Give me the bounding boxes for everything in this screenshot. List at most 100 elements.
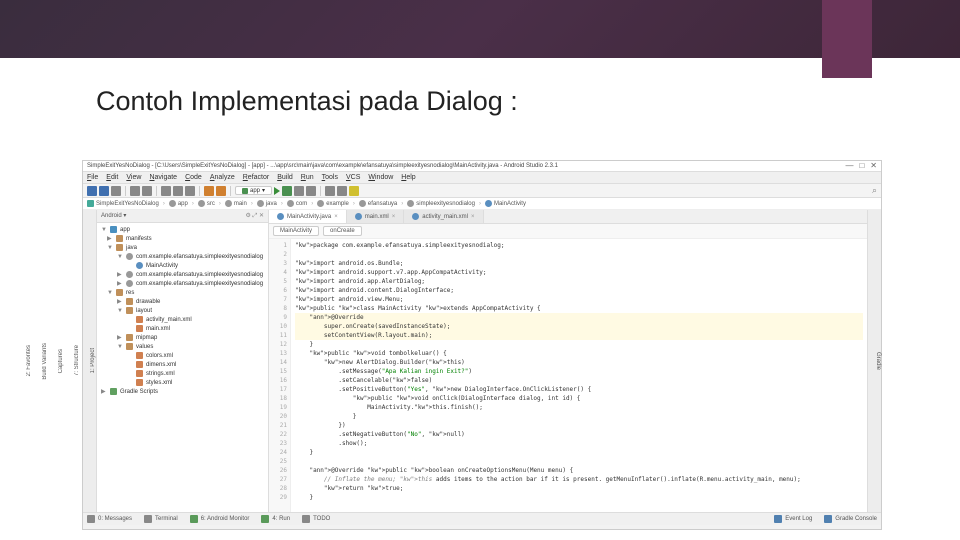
tree-item[interactable]: ▶mipmap bbox=[99, 333, 266, 342]
bottom-tool-icon bbox=[261, 515, 269, 523]
tree-item[interactable]: colors.xml bbox=[99, 351, 266, 360]
breadcrumb-item[interactable]: simpleexityesnodialog bbox=[407, 200, 475, 207]
capture-icon[interactable] bbox=[337, 186, 347, 196]
breadcrumb-label: java bbox=[266, 201, 277, 207]
run-config-dropdown[interactable]: app ▾ bbox=[235, 186, 272, 195]
breadcrumb-item[interactable]: com bbox=[287, 200, 307, 207]
menu-tools[interactable]: Tools bbox=[322, 174, 338, 181]
help-icon[interactable] bbox=[349, 186, 359, 196]
breadcrumb-item[interactable]: SimpleExitYesNoDialog bbox=[87, 200, 159, 207]
undo-icon[interactable] bbox=[130, 186, 140, 196]
menu-view[interactable]: View bbox=[126, 174, 141, 181]
bottom-tool-terminal[interactable]: Terminal bbox=[144, 515, 178, 523]
tree-item[interactable]: ▼layout bbox=[99, 306, 266, 315]
menu-analyze[interactable]: Analyze bbox=[210, 174, 235, 181]
tree-node-icon bbox=[126, 280, 133, 287]
tree-item[interactable]: ▶com.example.efansatuya.simpleexityesnod… bbox=[99, 279, 266, 288]
tab-close-icon[interactable]: × bbox=[471, 214, 475, 220]
toolbar-separator bbox=[320, 186, 321, 196]
tree-node-icon bbox=[116, 235, 123, 242]
bottom-tool-messages[interactable]: 0: Messages bbox=[87, 515, 132, 523]
breadcrumb-item[interactable]: java bbox=[257, 200, 277, 207]
tree-item[interactable]: ▶com.example.efansatuya.simpleexityesnod… bbox=[99, 270, 266, 279]
breadcrumb-item[interactable]: main bbox=[225, 200, 247, 207]
breadcrumb-item[interactable]: MainActivity bbox=[485, 200, 526, 207]
avd-icon[interactable] bbox=[204, 186, 214, 196]
minimize-button[interactable]: — bbox=[845, 161, 853, 170]
maximize-button[interactable]: □ bbox=[859, 161, 864, 170]
breadcrumb-item[interactable]: efansatuya bbox=[359, 200, 397, 207]
run-icon[interactable] bbox=[274, 187, 280, 195]
tree-item[interactable]: main.xml bbox=[99, 324, 266, 333]
editor-tab[interactable]: MainActivity.java× bbox=[269, 210, 347, 223]
tree-item[interactable]: MainActivity bbox=[99, 261, 266, 270]
menu-refactor[interactable]: Refactor bbox=[243, 174, 269, 181]
tree-item[interactable]: ▼app bbox=[99, 225, 266, 234]
tool-tab-buildvariants[interactable]: Build Variants bbox=[42, 343, 48, 380]
tree-item[interactable]: dimens.xml bbox=[99, 360, 266, 369]
editor-tab[interactable]: main.xml× bbox=[347, 210, 405, 223]
redo-icon[interactable] bbox=[142, 186, 152, 196]
layout-icon[interactable] bbox=[325, 186, 335, 196]
tree-item[interactable]: ▼com.example.efansatuya.simpleexityesnod… bbox=[99, 252, 266, 261]
tree-item[interactable]: activity_main.xml bbox=[99, 315, 266, 324]
menu-vcs[interactable]: VCS bbox=[346, 174, 360, 181]
tree-node-label: com.example.efansatuya.simpleexityesnodi… bbox=[136, 254, 263, 260]
code-editor[interactable]: "kw">package com.example.efansatuya.simp… bbox=[291, 239, 867, 512]
panel-gear-icon[interactable]: ⚙ ⤢ ✕ bbox=[245, 212, 264, 220]
menu-window[interactable]: Window bbox=[368, 174, 393, 181]
tree-item[interactable]: ▶manifests bbox=[99, 234, 266, 243]
bottom-tool-todo[interactable]: TODO bbox=[302, 515, 330, 523]
tree-node-label: strings.xml bbox=[146, 371, 175, 377]
tool-tab-gradle[interactable]: Gradle bbox=[875, 352, 881, 370]
editor-tab[interactable]: activity_main.xml× bbox=[404, 210, 483, 223]
tree-node-icon bbox=[110, 226, 117, 233]
close-button[interactable]: ✕ bbox=[870, 161, 877, 170]
tool-tab-captures[interactable]: Captures bbox=[58, 349, 64, 373]
tool-tab-favorites[interactable]: 2: Favorites bbox=[26, 345, 32, 376]
tool-tab-structure[interactable]: 7: Structure bbox=[74, 345, 80, 376]
tree-node-icon bbox=[136, 316, 143, 323]
window-controls: — □ ✕ bbox=[845, 161, 877, 170]
paste-icon[interactable] bbox=[185, 186, 195, 196]
bottom-tool-run[interactable]: 4: Run bbox=[261, 515, 290, 523]
copy-icon[interactable] bbox=[173, 186, 183, 196]
menu-build[interactable]: Build bbox=[277, 174, 293, 181]
breadcrumb-item[interactable]: src bbox=[198, 200, 215, 207]
menu-code[interactable]: Code bbox=[185, 174, 202, 181]
tree-item[interactable]: strings.xml bbox=[99, 369, 266, 378]
tree-item[interactable]: styles.xml bbox=[99, 378, 266, 387]
bottom-tool-eventlog[interactable]: Event Log bbox=[774, 515, 812, 523]
menu-navigate[interactable]: Navigate bbox=[149, 174, 177, 181]
bottom-tool-gradleconsole[interactable]: Gradle Console bbox=[824, 515, 877, 523]
tree-item[interactable]: ▼res bbox=[99, 288, 266, 297]
save-icon[interactable] bbox=[99, 186, 109, 196]
search-icon[interactable]: ⌕ bbox=[872, 185, 877, 196]
tree-item[interactable]: ▼values bbox=[99, 342, 266, 351]
tab-close-icon[interactable]: × bbox=[334, 214, 338, 220]
menu-help[interactable]: Help bbox=[401, 174, 415, 181]
open-icon[interactable] bbox=[87, 186, 97, 196]
stop-icon[interactable] bbox=[306, 186, 316, 196]
nav-tab[interactable]: onCreate bbox=[323, 226, 362, 236]
attach-icon[interactable] bbox=[294, 186, 304, 196]
menu-file[interactable]: File bbox=[87, 174, 98, 181]
project-view-selector[interactable]: Android ▾ bbox=[101, 212, 126, 220]
code-area: 1234567891011121314151617181920212223242… bbox=[269, 239, 867, 512]
menu-edit[interactable]: Edit bbox=[106, 174, 118, 181]
tree-item[interactable]: ▶Gradle Scripts bbox=[99, 387, 266, 396]
tree-item[interactable]: ▶drawable bbox=[99, 297, 266, 306]
tab-close-icon[interactable]: × bbox=[392, 214, 396, 220]
tree-item[interactable]: ▼java bbox=[99, 243, 266, 252]
bottom-tool-androidmonitor[interactable]: 6: Android Monitor bbox=[190, 515, 250, 523]
sdk-icon[interactable] bbox=[216, 186, 226, 196]
bottom-tool-label: TODO bbox=[313, 516, 330, 522]
tool-tab-project[interactable]: 1: Project bbox=[90, 348, 96, 373]
menu-run[interactable]: Run bbox=[301, 174, 314, 181]
breadcrumb-item[interactable]: app bbox=[169, 200, 188, 207]
nav-tab[interactable]: MainActivity bbox=[273, 226, 319, 236]
breadcrumb-item[interactable]: example bbox=[317, 200, 349, 207]
cut-icon[interactable] bbox=[161, 186, 171, 196]
sync-icon[interactable] bbox=[111, 186, 121, 196]
debug-icon[interactable] bbox=[282, 186, 292, 196]
